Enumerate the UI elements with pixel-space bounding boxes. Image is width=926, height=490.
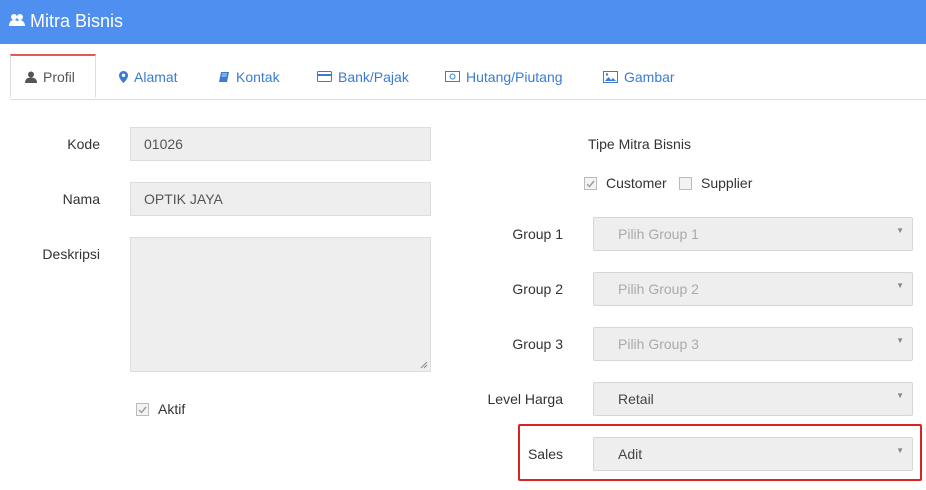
money-icon (445, 71, 460, 82)
window-titlebar: Mitra Bisnis (0, 0, 926, 44)
tab-label: Hutang/Piutang (466, 68, 563, 85)
nama-label: Nama (62, 191, 100, 207)
deskripsi-label: Deskripsi (42, 246, 100, 262)
nama-field[interactable]: OPTIK JAYA (130, 182, 431, 216)
window-title: Mitra Bisnis (30, 11, 124, 31)
group2-select[interactable]: Pilih Group 2 ▼ (593, 272, 913, 306)
map-marker-icon (119, 70, 128, 83)
aktif-label: Aktif (158, 401, 186, 417)
kode-field[interactable]: 01026 (130, 127, 431, 161)
supplier-checkbox[interactable] (679, 177, 692, 190)
customer-checkbox[interactable] (584, 177, 597, 190)
sales-highlight-box (518, 424, 922, 481)
tab-alamat[interactable]: Alamat (119, 55, 178, 98)
dropdown-arrow-icon: ▼ (896, 336, 904, 345)
kode-label: Kode (67, 136, 100, 152)
tab-label: Gambar (624, 68, 675, 85)
check-icon (586, 180, 595, 188)
group2-placeholder: Pilih Group 2 (618, 281, 699, 297)
dropdown-arrow-icon: ▼ (896, 391, 904, 400)
credit-card-icon (317, 71, 332, 82)
dropdown-arrow-icon: ▼ (896, 226, 904, 235)
deskripsi-textarea[interactable] (130, 237, 431, 372)
customer-label: Customer (606, 175, 667, 191)
nama-value: OPTIK JAYA (144, 191, 223, 207)
tab-bar: Profil Alamat Kontak Bank/Pajak Hutang/P… (10, 54, 926, 100)
level-harga-select[interactable]: Retail ▼ (593, 382, 913, 416)
kode-value: 01026 (144, 136, 183, 152)
group3-placeholder: Pilih Group 3 (618, 336, 699, 352)
tab-profil[interactable]: Profil (10, 54, 96, 98)
resize-handle-icon[interactable] (420, 361, 428, 369)
tab-bank-pajak[interactable]: Bank/Pajak (317, 55, 409, 98)
users-icon (9, 13, 25, 32)
group3-select[interactable]: Pilih Group 3 ▼ (593, 327, 913, 361)
supplier-label: Supplier (701, 175, 753, 191)
tab-label: Bank/Pajak (338, 68, 409, 85)
group1-label: Group 1 (512, 226, 563, 242)
image-icon (603, 70, 618, 83)
tipe-mitra-label: Tipe Mitra Bisnis (588, 136, 691, 152)
group1-select[interactable]: Pilih Group 1 ▼ (593, 217, 913, 251)
group3-label: Group 3 (512, 336, 563, 352)
book-icon (219, 71, 229, 82)
tab-kontak[interactable]: Kontak (218, 55, 280, 98)
dropdown-arrow-icon: ▼ (896, 281, 904, 290)
check-icon (138, 406, 147, 414)
tab-label: Profil (43, 68, 75, 85)
group2-label: Group 2 (512, 281, 563, 297)
level-harga-value: Retail (618, 391, 654, 407)
tab-gambar[interactable]: Gambar (603, 55, 675, 98)
level-harga-label: Level Harga (487, 391, 564, 407)
user-icon (25, 71, 37, 83)
tab-label: Alamat (134, 68, 178, 85)
group1-placeholder: Pilih Group 1 (618, 226, 699, 242)
tab-hutang-piutang[interactable]: Hutang/Piutang (445, 55, 563, 98)
tab-label: Kontak (236, 68, 280, 85)
aktif-checkbox[interactable] (136, 403, 149, 416)
